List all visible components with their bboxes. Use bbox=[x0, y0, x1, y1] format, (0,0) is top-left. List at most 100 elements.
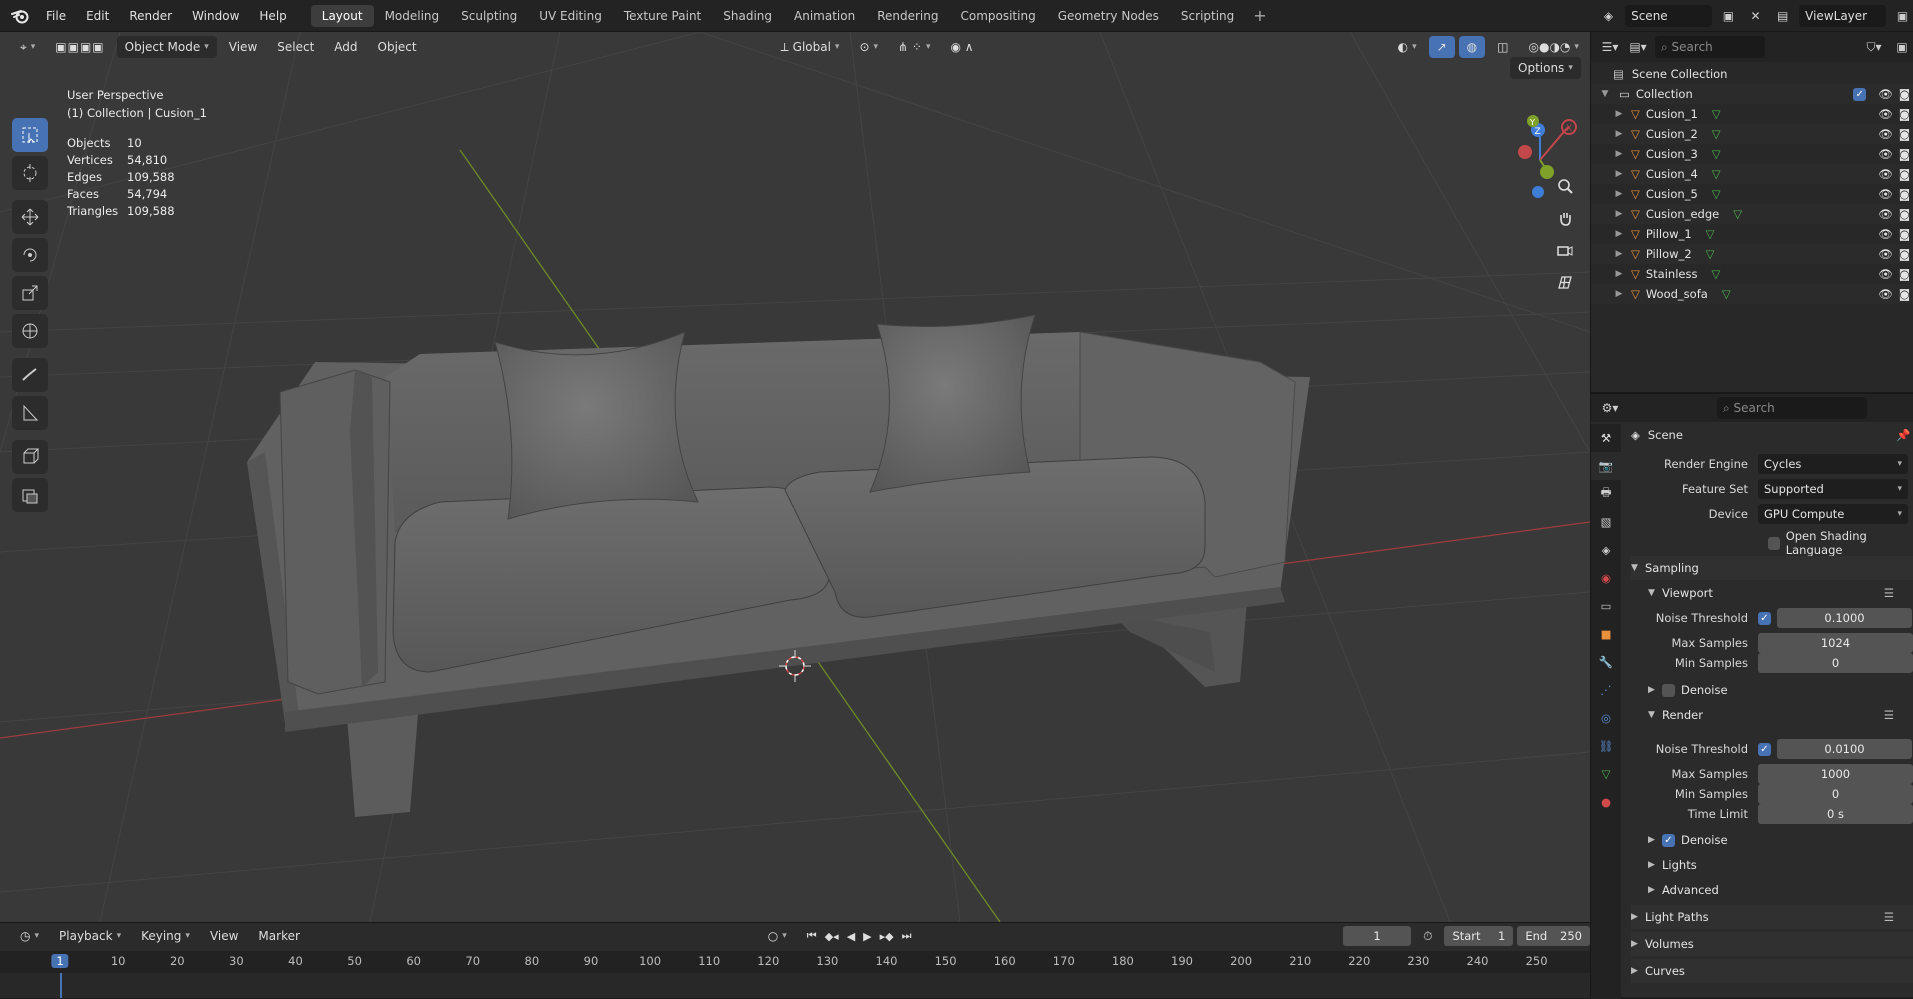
proportional-edit-icon[interactable]: ◉ ∧ bbox=[943, 36, 982, 58]
tab-geometry-nodes[interactable]: Geometry Nodes bbox=[1047, 5, 1170, 27]
eye-icon[interactable]: 👁 bbox=[1878, 87, 1893, 101]
mesh-data-icon[interactable]: ▽ bbox=[1706, 247, 1715, 261]
next-keyframe-icon[interactable]: ▸◆ bbox=[880, 930, 894, 943]
render-noise-field[interactable]: 0.0100 bbox=[1777, 739, 1912, 759]
zoom-icon[interactable] bbox=[1550, 172, 1580, 200]
camera-render-icon[interactable]: ◙ bbox=[1899, 127, 1910, 141]
annotate-tool-icon[interactable] bbox=[12, 358, 48, 392]
expand-arrow-icon[interactable]: ▶ bbox=[1613, 269, 1625, 279]
viewport-max-samples-field[interactable]: 1024 bbox=[1758, 633, 1913, 653]
list-icon[interactable]: ☰ bbox=[1884, 586, 1894, 600]
measure-tool-icon[interactable] bbox=[12, 396, 48, 430]
render-subpanel-header[interactable]: ▼ Render ☰ bbox=[1648, 703, 1913, 727]
tab-animation[interactable]: Animation bbox=[783, 5, 866, 27]
camera-render-icon[interactable]: ◙ bbox=[1899, 87, 1910, 101]
scale-tool-icon[interactable] bbox=[12, 276, 48, 310]
pin-icon[interactable]: 📌 bbox=[1896, 428, 1910, 442]
physics-tab-icon[interactable]: ◎ bbox=[1591, 704, 1621, 732]
particles-tab-icon[interactable]: ⋰ bbox=[1591, 676, 1621, 704]
view-layer-tab-icon[interactable]: ▧ bbox=[1591, 508, 1621, 536]
expand-arrow-icon[interactable]: ▶ bbox=[1613, 129, 1625, 139]
expand-arrow-icon[interactable]: ▶ bbox=[1613, 149, 1625, 159]
ortho-grid-icon[interactable] bbox=[1550, 268, 1580, 296]
expand-arrow-icon[interactable]: ▶ bbox=[1613, 169, 1625, 179]
osl-checkbox[interactable] bbox=[1768, 536, 1780, 550]
tab-scripting[interactable]: Scripting bbox=[1170, 5, 1245, 27]
menu-select[interactable]: Select bbox=[269, 36, 322, 58]
outliner-object-row[interactable]: ▶ ▽ Pillow_2 ▽ 👁 ◙ bbox=[1591, 244, 1913, 264]
camera-render-icon[interactable]: ◙ bbox=[1899, 207, 1910, 221]
device-dropdown[interactable]: GPU Compute ▾ bbox=[1758, 504, 1908, 524]
frame-ruler[interactable]: 1 10 20 30 40 50 60 70 80 90 100 110 120 130 140 150 160… bbox=[0, 951, 1590, 973]
eye-icon[interactable]: 👁 bbox=[1878, 167, 1893, 181]
select-box-tool-icon[interactable] bbox=[12, 118, 48, 152]
display-mode-icon[interactable]: ▤▾ bbox=[1627, 36, 1649, 58]
render-noise-checkbox[interactable]: ✓ bbox=[1758, 742, 1771, 756]
scene-selector[interactable]: Scene bbox=[1625, 4, 1712, 27]
lights-subpanel-header[interactable]: ▶ Lights bbox=[1648, 853, 1913, 877]
prev-keyframe-icon[interactable]: ◆◂ bbox=[825, 930, 839, 943]
select-mode-icons[interactable]: ▣▣▣▣ bbox=[47, 36, 112, 58]
properties-editor-icon[interactable]: ⚙▾ bbox=[1599, 397, 1621, 419]
tab-sculpting[interactable]: Sculpting bbox=[450, 5, 528, 27]
tab-rendering[interactable]: Rendering bbox=[866, 5, 949, 27]
overlay-toggle-icon[interactable]: ◍ bbox=[1458, 36, 1486, 58]
viewport-denoise-header[interactable]: ▶ Denoise bbox=[1648, 678, 1913, 702]
add-cube-tool-icon[interactable] bbox=[12, 440, 48, 474]
camera-render-icon[interactable]: ◙ bbox=[1899, 227, 1910, 241]
eye-icon[interactable]: 👁 bbox=[1878, 207, 1893, 221]
eye-icon[interactable]: 👁 bbox=[1878, 287, 1893, 301]
playback-menu[interactable]: Playback ▾ bbox=[51, 925, 129, 947]
eye-icon[interactable]: 👁 bbox=[1878, 267, 1893, 281]
rotate-tool-icon[interactable] bbox=[12, 238, 48, 272]
viewport-denoise-checkbox[interactable] bbox=[1662, 683, 1675, 697]
pan-hand-icon[interactable] bbox=[1550, 204, 1580, 232]
collection-row[interactable]: ▼ ▭ Collection ✓ 👁 ◙ bbox=[1591, 84, 1913, 104]
menu-edit[interactable]: Edit bbox=[76, 5, 119, 27]
viewport-subpanel-header[interactable]: ▼ Viewport ☰ bbox=[1648, 581, 1913, 605]
eye-icon[interactable]: 👁 bbox=[1878, 127, 1893, 141]
editor-type-icon[interactable]: ⌖ ▾ bbox=[12, 36, 43, 58]
viewport-noise-checkbox[interactable]: ✓ bbox=[1758, 611, 1771, 625]
modifier-tab-icon[interactable]: 🔧 bbox=[1591, 648, 1621, 676]
output-tab-icon[interactable]: 🖶 bbox=[1591, 480, 1621, 508]
visibility-icon[interactable]: ◐ ▾ bbox=[1390, 36, 1425, 58]
eye-icon[interactable]: 👁 bbox=[1878, 107, 1893, 121]
scene-icon[interactable]: ◈ bbox=[1598, 5, 1619, 27]
snap-icon[interactable]: ⋔ ⁘ ▾ bbox=[890, 36, 938, 58]
new-scene-icon[interactable]: ▣ bbox=[1718, 5, 1739, 27]
add-workspace-button[interactable]: + bbox=[1245, 6, 1274, 25]
mesh-data-icon[interactable]: ▽ bbox=[1722, 287, 1731, 301]
viewport-min-samples-field[interactable]: 0 bbox=[1758, 653, 1913, 673]
camera-render-icon[interactable]: ◙ bbox=[1899, 147, 1910, 161]
sampling-panel-header[interactable]: ▼ Sampling bbox=[1631, 556, 1913, 580]
object-tab-icon[interactable]: ■ bbox=[1591, 620, 1621, 648]
menu-file[interactable]: File bbox=[36, 5, 76, 27]
expand-arrow-icon[interactable]: ▶ bbox=[1613, 289, 1625, 299]
render-tab-icon[interactable]: 📷 bbox=[1591, 452, 1621, 480]
outliner-object-row[interactable]: ▶ ▽ Stainless ▽ 👁 ◙ bbox=[1591, 264, 1913, 284]
pivot-icon[interactable]: ⊙ ▾ bbox=[851, 36, 886, 58]
blender-logo-icon[interactable] bbox=[8, 5, 32, 27]
transform-tool-icon[interactable] bbox=[12, 314, 48, 348]
mesh-data-icon[interactable]: ▽ bbox=[1711, 267, 1720, 281]
current-frame-field[interactable]: 1 bbox=[1343, 926, 1412, 946]
move-tool-icon[interactable] bbox=[12, 200, 48, 234]
tool-settings-tab-icon[interactable]: ⚒ bbox=[1591, 424, 1621, 452]
render-engine-dropdown[interactable]: Cycles ▾ bbox=[1758, 454, 1908, 474]
curves-panel-header[interactable]: ▶ Curves bbox=[1631, 959, 1913, 983]
advanced-subpanel-header[interactable]: ▶ Advanced bbox=[1648, 878, 1913, 902]
mesh-data-icon[interactable]: ▽ bbox=[1712, 107, 1721, 121]
delete-scene-icon[interactable]: ✕ bbox=[1745, 5, 1766, 27]
menu-object[interactable]: Object bbox=[370, 36, 425, 58]
camera-render-icon[interactable]: ◙ bbox=[1899, 247, 1910, 261]
marker-menu[interactable]: Marker bbox=[250, 925, 307, 947]
camera-view-icon[interactable] bbox=[1550, 236, 1580, 264]
mesh-data-icon[interactable]: ▽ bbox=[1706, 227, 1715, 241]
menu-view[interactable]: View bbox=[221, 36, 265, 58]
feature-set-dropdown[interactable]: Supported ▾ bbox=[1758, 479, 1908, 499]
mesh-data-icon[interactable]: ▽ bbox=[1712, 147, 1721, 161]
object-mode-dropdown[interactable]: Object Mode ▾ bbox=[116, 36, 217, 58]
camera-render-icon[interactable]: ◙ bbox=[1899, 287, 1910, 301]
outliner-object-row[interactable]: ▶ ▽ Cusion_5 ▽ 👁 ◙ bbox=[1591, 184, 1913, 204]
